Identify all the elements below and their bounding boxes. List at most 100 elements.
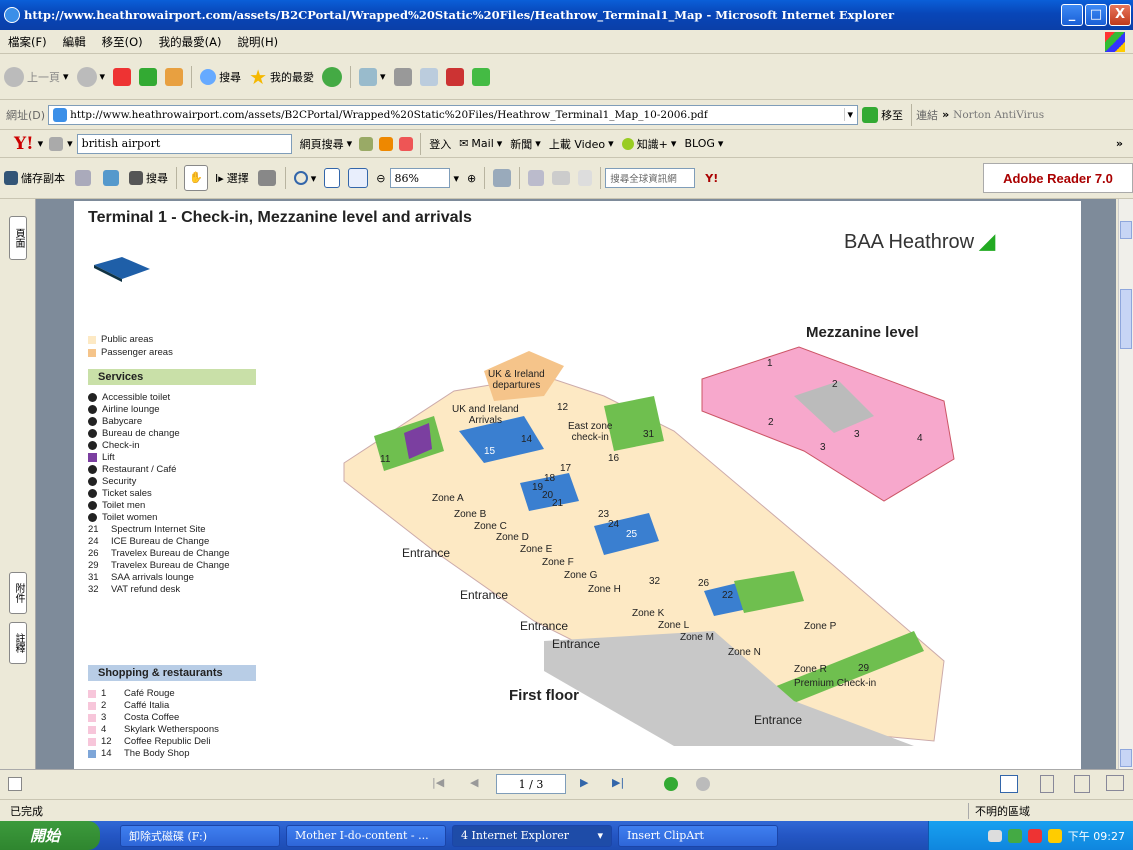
- menu-favorites[interactable]: 我的最愛(A): [151, 34, 230, 50]
- zoom-in-icon[interactable]: ⊕: [467, 172, 476, 185]
- comments-tab[interactable]: 註釋: [9, 622, 27, 664]
- reader-search-button[interactable]: 搜尋: [129, 170, 168, 186]
- menu-go[interactable]: 移至(O): [94, 34, 151, 50]
- go-button[interactable]: 移至: [862, 106, 903, 123]
- web-search-button[interactable]: 網頁搜尋 ▾: [300, 136, 353, 152]
- facing-icon[interactable]: [1106, 775, 1124, 791]
- print-button[interactable]: [393, 67, 412, 86]
- refresh-button[interactable]: [139, 67, 158, 86]
- page-number-input[interactable]: 1 / 3: [496, 774, 566, 794]
- forms-icon[interactable]: [578, 170, 593, 186]
- fit-page-icon[interactable]: [324, 168, 341, 188]
- back-button[interactable]: 上一頁 ▾: [4, 66, 69, 87]
- yahoo-search-input[interactable]: british airport: [76, 133, 292, 154]
- messenger-button[interactable]: [445, 67, 464, 86]
- zone-c-label: Zone C: [474, 521, 507, 532]
- task-removable-disk[interactable]: 卸除式磁碟 (F:): [120, 824, 280, 847]
- pages-tab[interactable]: 頁面: [9, 216, 27, 260]
- menu-bar: 檔案(F) 編輯 移至(O) 我的最愛(A) 說明(H): [0, 30, 1133, 54]
- global-search-input[interactable]: 搜尋全球資訊網: [605, 168, 696, 188]
- menu-help[interactable]: 說明(H): [229, 34, 286, 50]
- task-insert-clipart[interactable]: Insert ClipArt: [618, 824, 778, 847]
- task-internet-explorer[interactable]: 4 Internet Explorer ▾: [452, 824, 612, 847]
- yahoo-more-chevron[interactable]: »: [1116, 137, 1133, 150]
- mail-button[interactable]: ▾: [359, 67, 386, 86]
- antivirus-icon[interactable]: [1027, 828, 1042, 843]
- yahoo-small-logo-icon[interactable]: Y!: [705, 172, 718, 185]
- entrance-label-1: Entrance: [402, 546, 451, 560]
- scroll-thumb[interactable]: [1120, 289, 1132, 349]
- messenger-tray-icon[interactable]: [1047, 828, 1062, 843]
- start-button[interactable]: 開始: [0, 821, 100, 850]
- email-icon[interactable]: [103, 170, 119, 186]
- menu-file[interactable]: 檔案(F): [0, 34, 55, 50]
- edit-button[interactable]: [419, 67, 438, 86]
- address-dropdown-icon[interactable]: ▾: [843, 108, 853, 121]
- keyboard-icon[interactable]: [987, 829, 1002, 842]
- home-button[interactable]: [165, 67, 184, 86]
- last-page-icon[interactable]: ▶|: [612, 776, 624, 789]
- previous-page-icon[interactable]: ◀: [470, 776, 478, 789]
- continuous-icon[interactable]: [1040, 775, 1054, 793]
- clock[interactable]: 下午 09:27: [1068, 828, 1125, 844]
- save-copy-button[interactable]: 儲存副本: [4, 170, 65, 186]
- mail-link[interactable]: ✉ Mail ▾: [459, 137, 502, 150]
- popup-icon[interactable]: [379, 136, 394, 151]
- stop-button[interactable]: [113, 67, 132, 86]
- news-link[interactable]: 新聞 ▾: [510, 136, 541, 152]
- go-back-view-icon[interactable]: [664, 777, 678, 791]
- window-titlebar[interactable]: http://www.heathrowairport.com/assets/B2…: [0, 0, 1133, 30]
- attachments-tab[interactable]: 附件: [9, 572, 27, 614]
- first-page-icon[interactable]: |◀: [432, 776, 444, 789]
- sign-icon[interactable]: [552, 171, 571, 185]
- links-label[interactable]: 連結: [916, 107, 938, 123]
- network-icon[interactable]: [1007, 828, 1022, 843]
- close-button[interactable]: X: [1109, 4, 1131, 26]
- toolbar-separator: [176, 167, 177, 189]
- next-page-icon[interactable]: ▶: [580, 776, 588, 789]
- zoom-out-icon[interactable]: ⊖: [376, 172, 385, 185]
- people-button[interactable]: [471, 67, 490, 86]
- zoom-input[interactable]: 86%: [389, 168, 450, 188]
- snapshot-icon[interactable]: [257, 170, 276, 186]
- favorites-button[interactable]: ★ 我的最愛: [249, 65, 314, 89]
- zoom-tool-button[interactable]: ▾: [293, 171, 316, 185]
- yahoo-logo-icon[interactable]: Y!: [0, 134, 38, 154]
- zone-p-label: Zone P: [804, 621, 837, 632]
- pencil-icon[interactable]: [49, 136, 64, 151]
- highlight-icon[interactable]: [359, 136, 374, 151]
- select-tool-button[interactable]: I▸ 選擇: [215, 170, 249, 186]
- go-forward-view-icon[interactable]: [696, 777, 710, 791]
- toolbar-separator: [420, 132, 422, 155]
- address-input[interactable]: http://www.heathrowairport.com/assets/B2…: [48, 104, 859, 125]
- people-icon: [471, 67, 490, 86]
- search-button[interactable]: 搜尋: [200, 68, 241, 85]
- toolbar-separator: [519, 167, 521, 189]
- panel-toggle-icon[interactable]: [8, 777, 22, 791]
- links-chevron[interactable]: »: [942, 108, 949, 121]
- scroll-down-button[interactable]: [1120, 749, 1132, 767]
- spellcheck-icon[interactable]: [528, 170, 545, 186]
- fit-width-icon[interactable]: [348, 168, 369, 188]
- single-page-icon[interactable]: [1000, 775, 1018, 793]
- page-tools-icon[interactable]: [493, 169, 512, 187]
- scroll-up-button[interactable]: [1120, 221, 1132, 239]
- maximize-button[interactable]: □: [1085, 4, 1107, 26]
- toolbar-separator: [600, 167, 602, 189]
- history-button[interactable]: [322, 66, 342, 87]
- vertical-scrollbar[interactable]: [1118, 199, 1133, 769]
- menu-edit[interactable]: 編輯: [55, 34, 94, 50]
- forward-button[interactable]: ▾: [76, 66, 105, 87]
- antispy-icon[interactable]: [399, 136, 414, 151]
- upload-video-link[interactable]: 上載 Video ▾: [549, 136, 614, 152]
- continuous-facing-icon[interactable]: [1074, 775, 1090, 793]
- hand-tool-icon[interactable]: ✋: [184, 165, 208, 191]
- page-icon: [53, 107, 68, 122]
- blog-link[interactable]: BLOG ▾: [684, 137, 723, 150]
- print-icon[interactable]: [75, 170, 91, 186]
- minimize-button[interactable]: _: [1061, 4, 1083, 26]
- knowledge-link[interactable]: 知識+ ▾: [621, 136, 676, 152]
- task-word-document[interactable]: Mother I-do-content - ...: [286, 824, 446, 847]
- login-button[interactable]: 登入: [429, 136, 451, 152]
- norton-label[interactable]: Norton AntiVirus: [953, 109, 1044, 121]
